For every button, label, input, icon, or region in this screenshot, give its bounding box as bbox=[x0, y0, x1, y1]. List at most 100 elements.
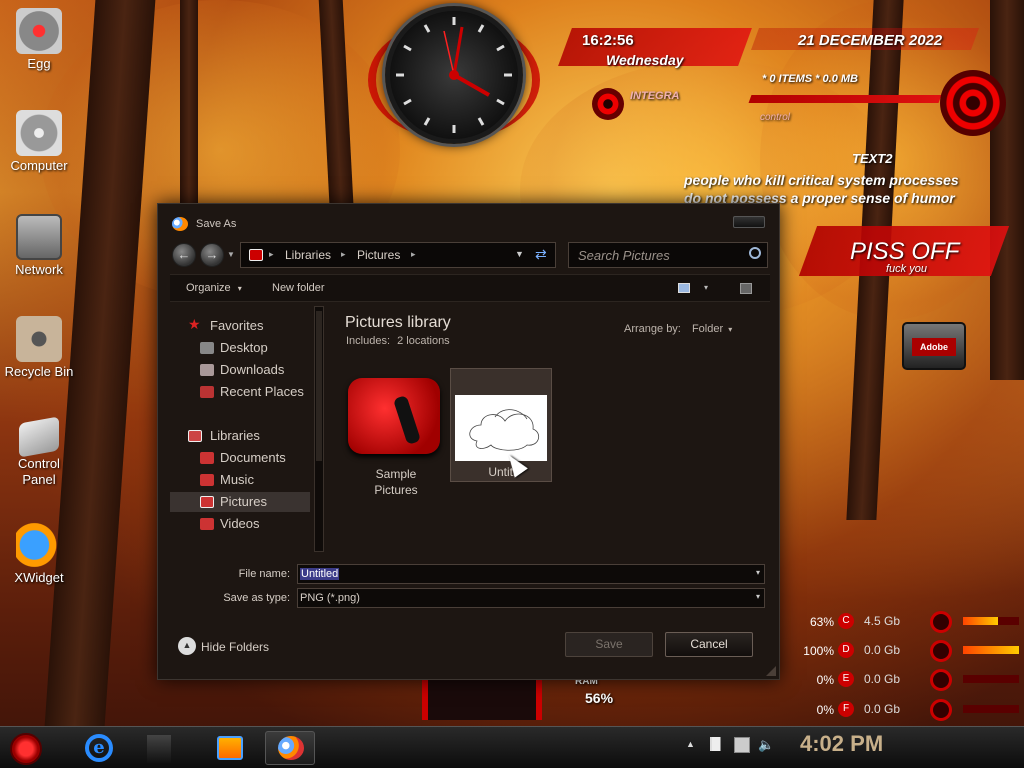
search-icon bbox=[749, 247, 761, 259]
desktop-icon-control-panel[interactable]: Control Panel bbox=[0, 416, 78, 488]
desktop-icon-label: XWidget bbox=[14, 570, 64, 585]
file-name: Untitl bbox=[488, 465, 516, 479]
taskbar-app-explorer[interactable] bbox=[135, 731, 185, 765]
desktop-icon-network[interactable]: Network bbox=[0, 214, 78, 277]
nav-item-music[interactable]: Music bbox=[170, 470, 310, 490]
hud-line bbox=[748, 95, 942, 103]
nav-scrollbar[interactable] bbox=[314, 306, 324, 552]
adobe-label: Adobe bbox=[912, 338, 956, 356]
drive-size: 0.0 Gb bbox=[864, 672, 901, 686]
nav-favorites-label: Favorites bbox=[210, 318, 264, 333]
piss-off-text: PISS OFF bbox=[850, 238, 960, 265]
save-type-select[interactable]: PNG (*.png) ▾ bbox=[297, 588, 765, 608]
nav-item-documents[interactable]: Documents bbox=[170, 448, 310, 468]
taskbar-clock[interactable]: 4:02 PM bbox=[800, 731, 883, 757]
taskbar-app-media-player[interactable] bbox=[205, 731, 255, 765]
library-includes: Includes: 2 locations bbox=[346, 335, 450, 347]
dialog-title: Save As bbox=[196, 218, 237, 230]
cancel-button[interactable]: Cancel bbox=[665, 632, 753, 657]
preview-pane-button[interactable] bbox=[740, 283, 752, 294]
scrollbar-thumb[interactable] bbox=[316, 311, 322, 461]
forward-button[interactable]: → bbox=[200, 243, 224, 267]
file-item-sample-pictures[interactable]: Sample Pictures bbox=[344, 376, 448, 498]
volume-muted-icon[interactable]: 🔈 bbox=[758, 737, 774, 753]
refresh-icon[interactable]: ⇄ bbox=[535, 246, 547, 263]
drive-percent: 0% bbox=[816, 703, 834, 717]
taskbar-app-ie[interactable]: e bbox=[75, 731, 125, 765]
save-button[interactable]: Save bbox=[565, 632, 653, 657]
arrange-by: Arrange by: Folder ▾ bbox=[624, 323, 732, 335]
recent-locations-dropdown[interactable]: ▼ bbox=[227, 250, 235, 259]
nav-item-videos[interactable]: Videos bbox=[170, 514, 310, 534]
drive-ring-icon bbox=[930, 611, 952, 633]
drive-usage-bar bbox=[963, 646, 1019, 654]
action-center-flag-icon[interactable] bbox=[710, 737, 724, 751]
drive-ring-icon bbox=[930, 699, 952, 721]
desktop-icon-label: Computer bbox=[10, 158, 68, 173]
nav-favorites[interactable]: ★ Favorites bbox=[170, 316, 310, 336]
nav-libraries[interactable]: Libraries bbox=[170, 426, 310, 446]
folder-icon bbox=[147, 735, 171, 763]
includes-locations-link[interactable]: 2 locations bbox=[397, 335, 450, 347]
clock-face-icon bbox=[396, 17, 512, 133]
arrange-by-label: Arrange by: bbox=[624, 323, 681, 335]
address-dropdown-icon[interactable]: ▼ bbox=[515, 249, 524, 259]
nav-item-label: Pictures bbox=[220, 494, 267, 509]
breadcrumb-libraries[interactable]: Libraries bbox=[285, 248, 331, 262]
nav-item-downloads[interactable]: Downloads bbox=[170, 360, 310, 380]
nav-item-desktop[interactable]: Desktop bbox=[170, 338, 310, 358]
close-button[interactable] bbox=[733, 216, 765, 228]
taskbar-app-paint-active[interactable] bbox=[265, 731, 315, 765]
search-input[interactable]: Search Pictures bbox=[568, 242, 768, 268]
file-name-value: Untitled bbox=[300, 568, 340, 580]
back-arrow-icon: ← bbox=[177, 247, 191, 262]
save-type-value: PNG (*.png) bbox=[300, 592, 360, 604]
forward-arrow-icon: → bbox=[205, 247, 219, 262]
internet-explorer-icon: e bbox=[85, 734, 113, 762]
tray-expand-icon[interactable]: ▲ bbox=[686, 739, 695, 749]
network-icon bbox=[16, 214, 62, 260]
view-options-dropdown[interactable]: ▾ bbox=[704, 283, 708, 292]
taskbar: e ▲ 🔈 4:02 PM bbox=[0, 726, 1024, 768]
music-icon bbox=[200, 474, 214, 486]
ram-value: 56% bbox=[585, 690, 614, 706]
nav-item-label: Music bbox=[220, 472, 254, 487]
nav-item-pictures-selected[interactable]: Pictures bbox=[170, 492, 310, 512]
desktop-icon-xwidget[interactable]: XWidget bbox=[0, 522, 78, 585]
drive-letter: E bbox=[838, 671, 854, 687]
nav-libraries-label: Libraries bbox=[210, 428, 260, 443]
analog-clock-widget bbox=[385, 6, 523, 144]
dialog-titlebar[interactable]: Save As bbox=[158, 204, 779, 236]
chevron-down-icon: ▾ bbox=[728, 325, 733, 334]
organize-button[interactable]: Organize ▾ bbox=[186, 282, 242, 294]
computer-icon bbox=[16, 110, 62, 156]
desktop-icon-egg[interactable]: Egg bbox=[0, 8, 78, 71]
address-bar[interactable]: ▸ Libraries ▸ Pictures ▸ ▼ ⇄ bbox=[240, 242, 556, 268]
widget-control: control bbox=[760, 112, 791, 123]
new-folder-button[interactable]: New folder bbox=[272, 282, 325, 294]
hide-folders-button[interactable]: ▲ Hide Folders bbox=[178, 637, 278, 657]
file-name-line: Pictures bbox=[374, 483, 418, 497]
back-button[interactable]: ← bbox=[172, 243, 196, 267]
drive-size: 0.0 Gb bbox=[864, 643, 901, 657]
change-view-button[interactable] bbox=[678, 283, 690, 293]
arrange-by-dropdown[interactable]: Folder bbox=[692, 323, 723, 335]
network-tray-icon[interactable] bbox=[734, 737, 750, 753]
desktop-icon-computer[interactable]: Computer bbox=[0, 110, 78, 173]
file-item-untitled-selected[interactable]: Untitl bbox=[450, 368, 552, 482]
adobe-widget[interactable]: Adobe bbox=[902, 322, 966, 370]
breadcrumb-pictures[interactable]: Pictures bbox=[357, 248, 400, 262]
widget-integra: INTEGRA bbox=[630, 90, 680, 102]
text2-title: TEXT2 bbox=[852, 151, 893, 166]
file-name: Sample Pictures bbox=[344, 466, 448, 498]
documents-icon bbox=[200, 452, 214, 464]
file-name-input[interactable]: Untitled ▾ bbox=[297, 564, 765, 584]
file-list-pane: Pictures library Includes: 2 locations A… bbox=[330, 306, 768, 552]
breadcrumb-separator-icon: ▸ bbox=[411, 249, 416, 259]
resize-grip-icon[interactable] bbox=[766, 666, 776, 676]
start-button[interactable] bbox=[10, 733, 42, 765]
desktop-icon-recycle-bin[interactable]: Recycle Bin bbox=[0, 316, 78, 379]
chevron-down-icon[interactable]: ▾ bbox=[756, 568, 760, 577]
nav-item-recent-places[interactable]: Recent Places bbox=[170, 382, 310, 402]
drive-usage-fill bbox=[963, 646, 1019, 654]
